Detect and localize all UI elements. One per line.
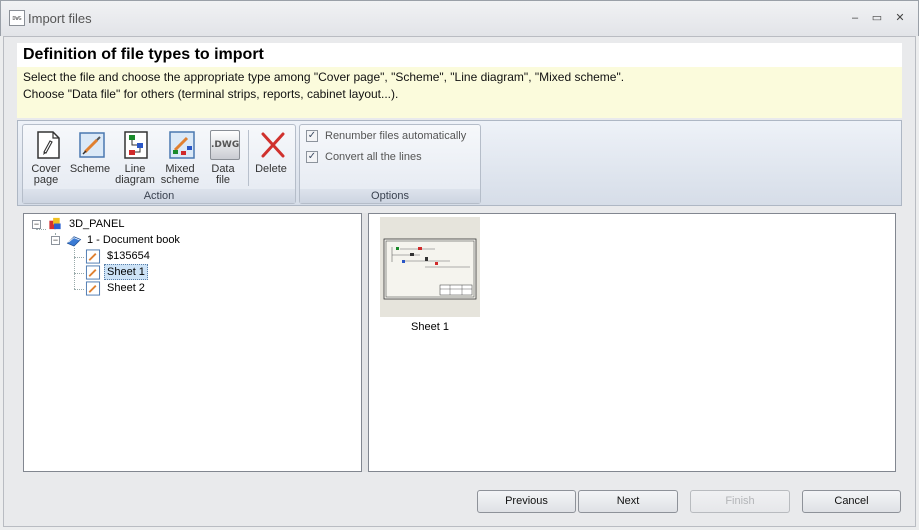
tree-item-sheet[interactable]: $135654 xyxy=(107,250,150,262)
dwg-icon-text: .DWG xyxy=(211,140,240,150)
thumbnail-label: Sheet 1 xyxy=(411,321,449,333)
convert-lines-label: Convert all the lines xyxy=(325,151,422,163)
tree-root-label[interactable]: 3D_PANEL xyxy=(69,218,124,230)
scheme-label-1: Scheme xyxy=(69,163,111,175)
description-line-2: Choose "Data file" for others (terminal … xyxy=(23,87,399,101)
data-file-label-2: file xyxy=(215,174,231,186)
line-diagram-button[interactable]: Line diagram xyxy=(113,128,157,190)
mixed-scheme-icon xyxy=(169,131,195,159)
root-expander[interactable]: − xyxy=(32,220,41,229)
delete-icon xyxy=(261,132,285,158)
tree-book-label[interactable]: 1 - Document book xyxy=(87,234,180,246)
cover-page-icon xyxy=(37,131,60,159)
delete-button[interactable]: Delete xyxy=(249,128,293,190)
renumber-files-label: Renumber files automatically xyxy=(325,130,467,142)
line-diagram-label-2: diagram xyxy=(115,174,155,186)
window-titlebar: DWG Import files – ▭ ✕ xyxy=(0,0,919,36)
data-file-button[interactable]: .DWG Data file xyxy=(201,128,245,190)
page-title: Definition of file types to import xyxy=(23,46,264,63)
minimize-button[interactable]: – xyxy=(848,11,862,25)
maximize-button[interactable]: ▭ xyxy=(870,11,884,25)
checkbox-check-icon[interactable]: ✓ xyxy=(306,130,318,142)
document-book-icon xyxy=(66,236,82,247)
finish-button[interactable]: Finish xyxy=(690,490,790,513)
book-expander[interactable]: − xyxy=(51,236,60,245)
sheet-thumbnail[interactable] xyxy=(380,217,480,317)
tree-line xyxy=(74,289,84,290)
description-line-1: Select the file and choose the appropria… xyxy=(23,70,625,84)
next-button[interactable]: Next xyxy=(578,490,678,513)
cover-page-label-2: page xyxy=(33,174,59,186)
sheet-icon xyxy=(85,281,101,296)
window-title: Import files xyxy=(28,11,92,26)
tree-line xyxy=(36,229,46,230)
scheme-button[interactable]: Scheme xyxy=(68,128,112,190)
tree-item-sheet[interactable]: Sheet 2 xyxy=(107,282,145,294)
line-diagram-icon xyxy=(124,131,148,159)
options-group-label: Options xyxy=(300,189,480,203)
tree-line xyxy=(74,248,75,289)
previous-button[interactable]: Previous xyxy=(477,490,576,513)
action-group-label: Action xyxy=(23,189,295,203)
delete-label-1: Delete xyxy=(255,163,287,175)
drawing-preview-image xyxy=(383,238,477,300)
cover-page-button[interactable]: Cover page xyxy=(24,128,68,190)
scheme-icon xyxy=(79,132,105,158)
mixed-scheme-label-2: scheme xyxy=(160,174,200,186)
checkbox-check-icon[interactable]: ✓ xyxy=(306,151,318,163)
project-icon xyxy=(49,217,61,230)
tree-item-sheet-selected[interactable]: Sheet 1 xyxy=(104,264,148,280)
tree-line xyxy=(74,273,84,274)
cancel-button[interactable]: Cancel xyxy=(802,490,901,513)
mixed-scheme-button[interactable]: Mixed scheme xyxy=(158,128,202,190)
dwg-app-icon: DWG xyxy=(9,10,25,26)
data-file-icon: .DWG xyxy=(210,130,240,160)
sheet-icon xyxy=(85,249,101,264)
tree-line xyxy=(74,257,84,258)
sheet-icon xyxy=(85,265,101,280)
close-button[interactable]: ✕ xyxy=(893,11,907,25)
